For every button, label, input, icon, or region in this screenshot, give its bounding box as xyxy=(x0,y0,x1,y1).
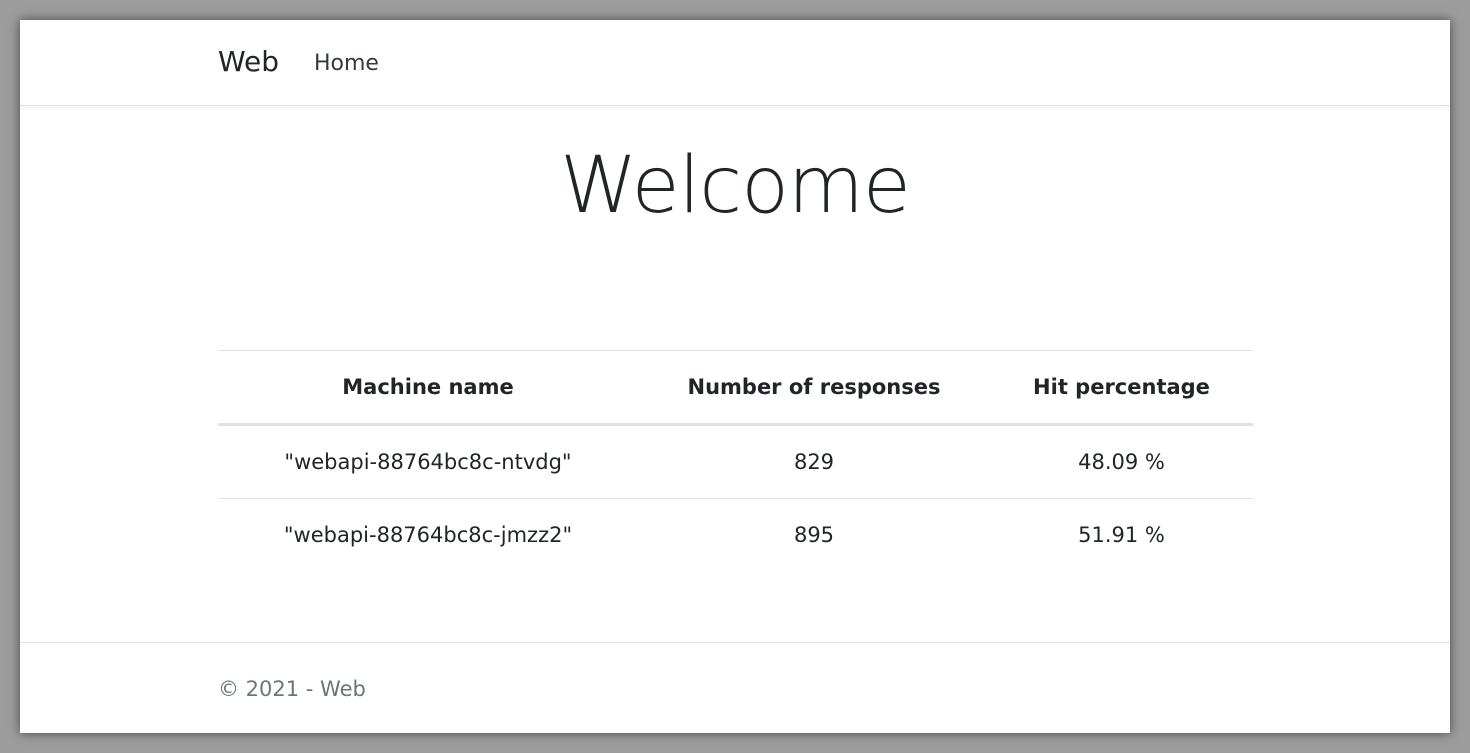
footer-copyright: © 2021 - Web xyxy=(218,677,366,701)
cell-machine-name: "webapi-88764bc8c-ntvdg" xyxy=(218,424,638,499)
column-header-number-of-responses: Number of responses xyxy=(638,350,990,426)
browser-page: Web Home Welcome Machine name Number of … xyxy=(20,20,1450,733)
table-row: "webapi-88764bc8c-jmzz2" 895 51.91 % xyxy=(218,499,1253,572)
cell-responses: 829 xyxy=(638,424,990,499)
navbar: Web Home xyxy=(20,20,1450,106)
cell-percentage: 48.09 % xyxy=(990,424,1253,499)
hits-table: Machine name Number of responses Hit per… xyxy=(218,350,1253,571)
hits-table-container: Machine name Number of responses Hit per… xyxy=(218,350,1253,571)
table-body: "webapi-88764bc8c-ntvdg" 829 48.09 % "we… xyxy=(218,424,1253,572)
column-header-machine-name: Machine name xyxy=(218,350,638,426)
page-title: Welcome xyxy=(560,141,911,231)
footer: © 2021 - Web xyxy=(20,642,1450,733)
table-row: "webapi-88764bc8c-ntvdg" 829 48.09 % xyxy=(218,424,1253,499)
navbar-brand[interactable]: Web xyxy=(218,44,279,80)
cell-percentage: 51.91 % xyxy=(1078,523,1165,547)
nav-link-home[interactable]: Home xyxy=(314,50,379,78)
column-header-hit-percentage: Hit percentage xyxy=(990,350,1253,426)
table-header: Machine name Number of responses Hit per… xyxy=(218,350,1253,426)
cell-machine-name: "webapi-88764bc8c-jmzz2" xyxy=(283,523,573,547)
cell-responses: 895 xyxy=(793,523,835,547)
table-header-row: Machine name Number of responses Hit per… xyxy=(218,350,1253,426)
